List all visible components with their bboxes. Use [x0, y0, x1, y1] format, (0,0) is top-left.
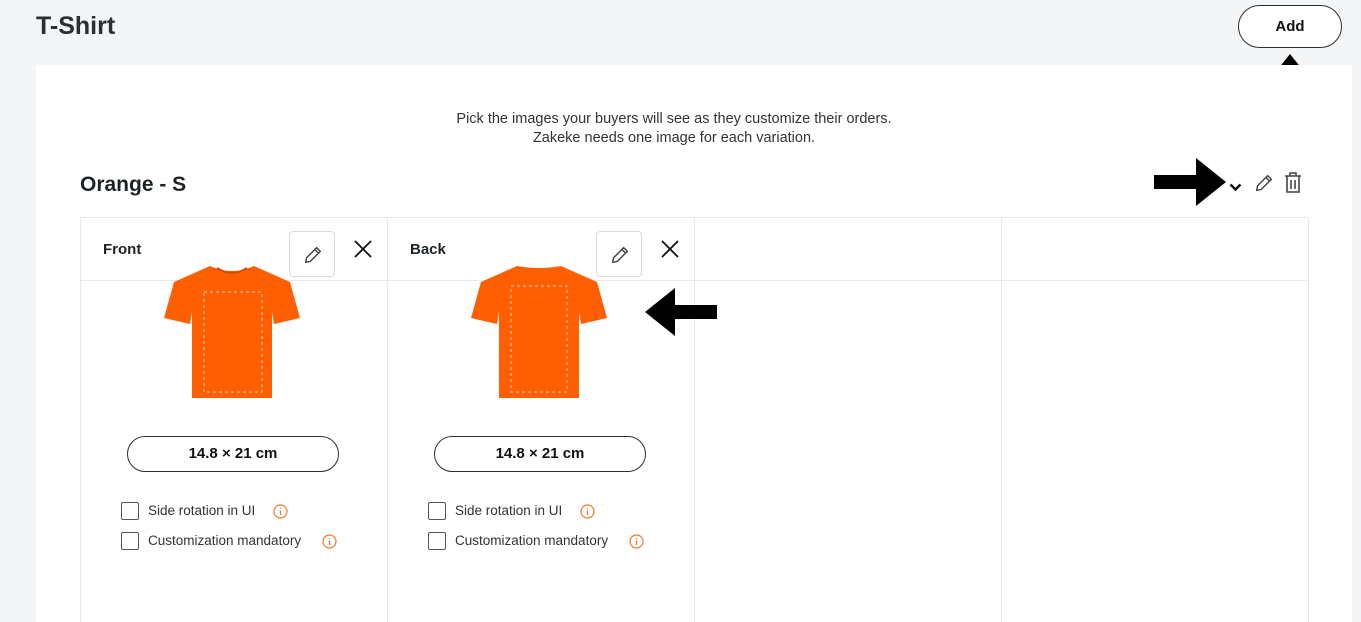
variation-actions — [1226, 171, 1308, 195]
print-area-size[interactable]: 14.8 × 21 cm — [434, 436, 646, 472]
info-icon[interactable] — [629, 534, 644, 549]
intro-text: Pick the images your buyers will see as … — [16, 110, 1332, 148]
side-card-back: Back 14.8 × 21 cm Side rotation in UI Cu… — [388, 218, 695, 622]
intro-line-2: Zakeke needs one image for each variatio… — [532, 130, 816, 146]
pencil-icon — [304, 246, 322, 264]
side-rotation-label: Side rotation in UI — [455, 503, 563, 518]
annotation-arrow-left-icon — [645, 288, 717, 336]
annotation-arrow-right-icon — [1154, 158, 1226, 206]
close-icon[interactable] — [353, 239, 373, 264]
trash-icon[interactable] — [1283, 171, 1303, 199]
info-icon[interactable] — [273, 504, 288, 519]
side-name: Back — [410, 241, 446, 258]
tshirt-back-image — [471, 266, 607, 398]
sides-grid: Front 14.8 × 21 cm Side rotation in UI C… — [80, 217, 1309, 622]
customization-mandatory-label: Customization mandatory — [148, 533, 302, 548]
customization-mandatory-checkbox[interactable] — [428, 532, 446, 550]
pencil-icon — [611, 246, 629, 264]
intro-line-1: Pick the images your buyers will see as … — [456, 111, 892, 127]
side-name: Front — [103, 241, 142, 258]
pencil-icon[interactable] — [1253, 172, 1275, 199]
chevron-down-icon[interactable] — [1229, 179, 1242, 197]
add-button[interactable]: Add — [1238, 5, 1342, 48]
tshirt-front-image — [164, 266, 300, 398]
side-card-header — [1002, 218, 1308, 281]
side-card-front: Front 14.8 × 21 cm Side rotation in UI C… — [81, 218, 388, 622]
empty-side-slot[interactable] — [695, 218, 1002, 622]
info-icon[interactable] — [322, 534, 337, 549]
empty-side-slot[interactable] — [1002, 218, 1309, 622]
customization-mandatory-checkbox[interactable] — [121, 532, 139, 550]
print-area-size[interactable]: 14.8 × 21 cm — [127, 436, 339, 472]
close-icon[interactable] — [660, 239, 680, 264]
variation-title: Orange - S — [80, 173, 187, 196]
customization-mandatory-label: Customization mandatory — [455, 533, 609, 548]
info-icon[interactable] — [580, 504, 595, 519]
side-rotation-checkbox[interactable] — [121, 502, 139, 520]
side-card-header — [695, 218, 1001, 281]
content-panel: Pick the images your buyers will see as … — [36, 65, 1352, 622]
page-title: T-Shirt — [36, 12, 116, 40]
side-rotation-checkbox[interactable] — [428, 502, 446, 520]
side-rotation-label: Side rotation in UI — [148, 503, 256, 518]
